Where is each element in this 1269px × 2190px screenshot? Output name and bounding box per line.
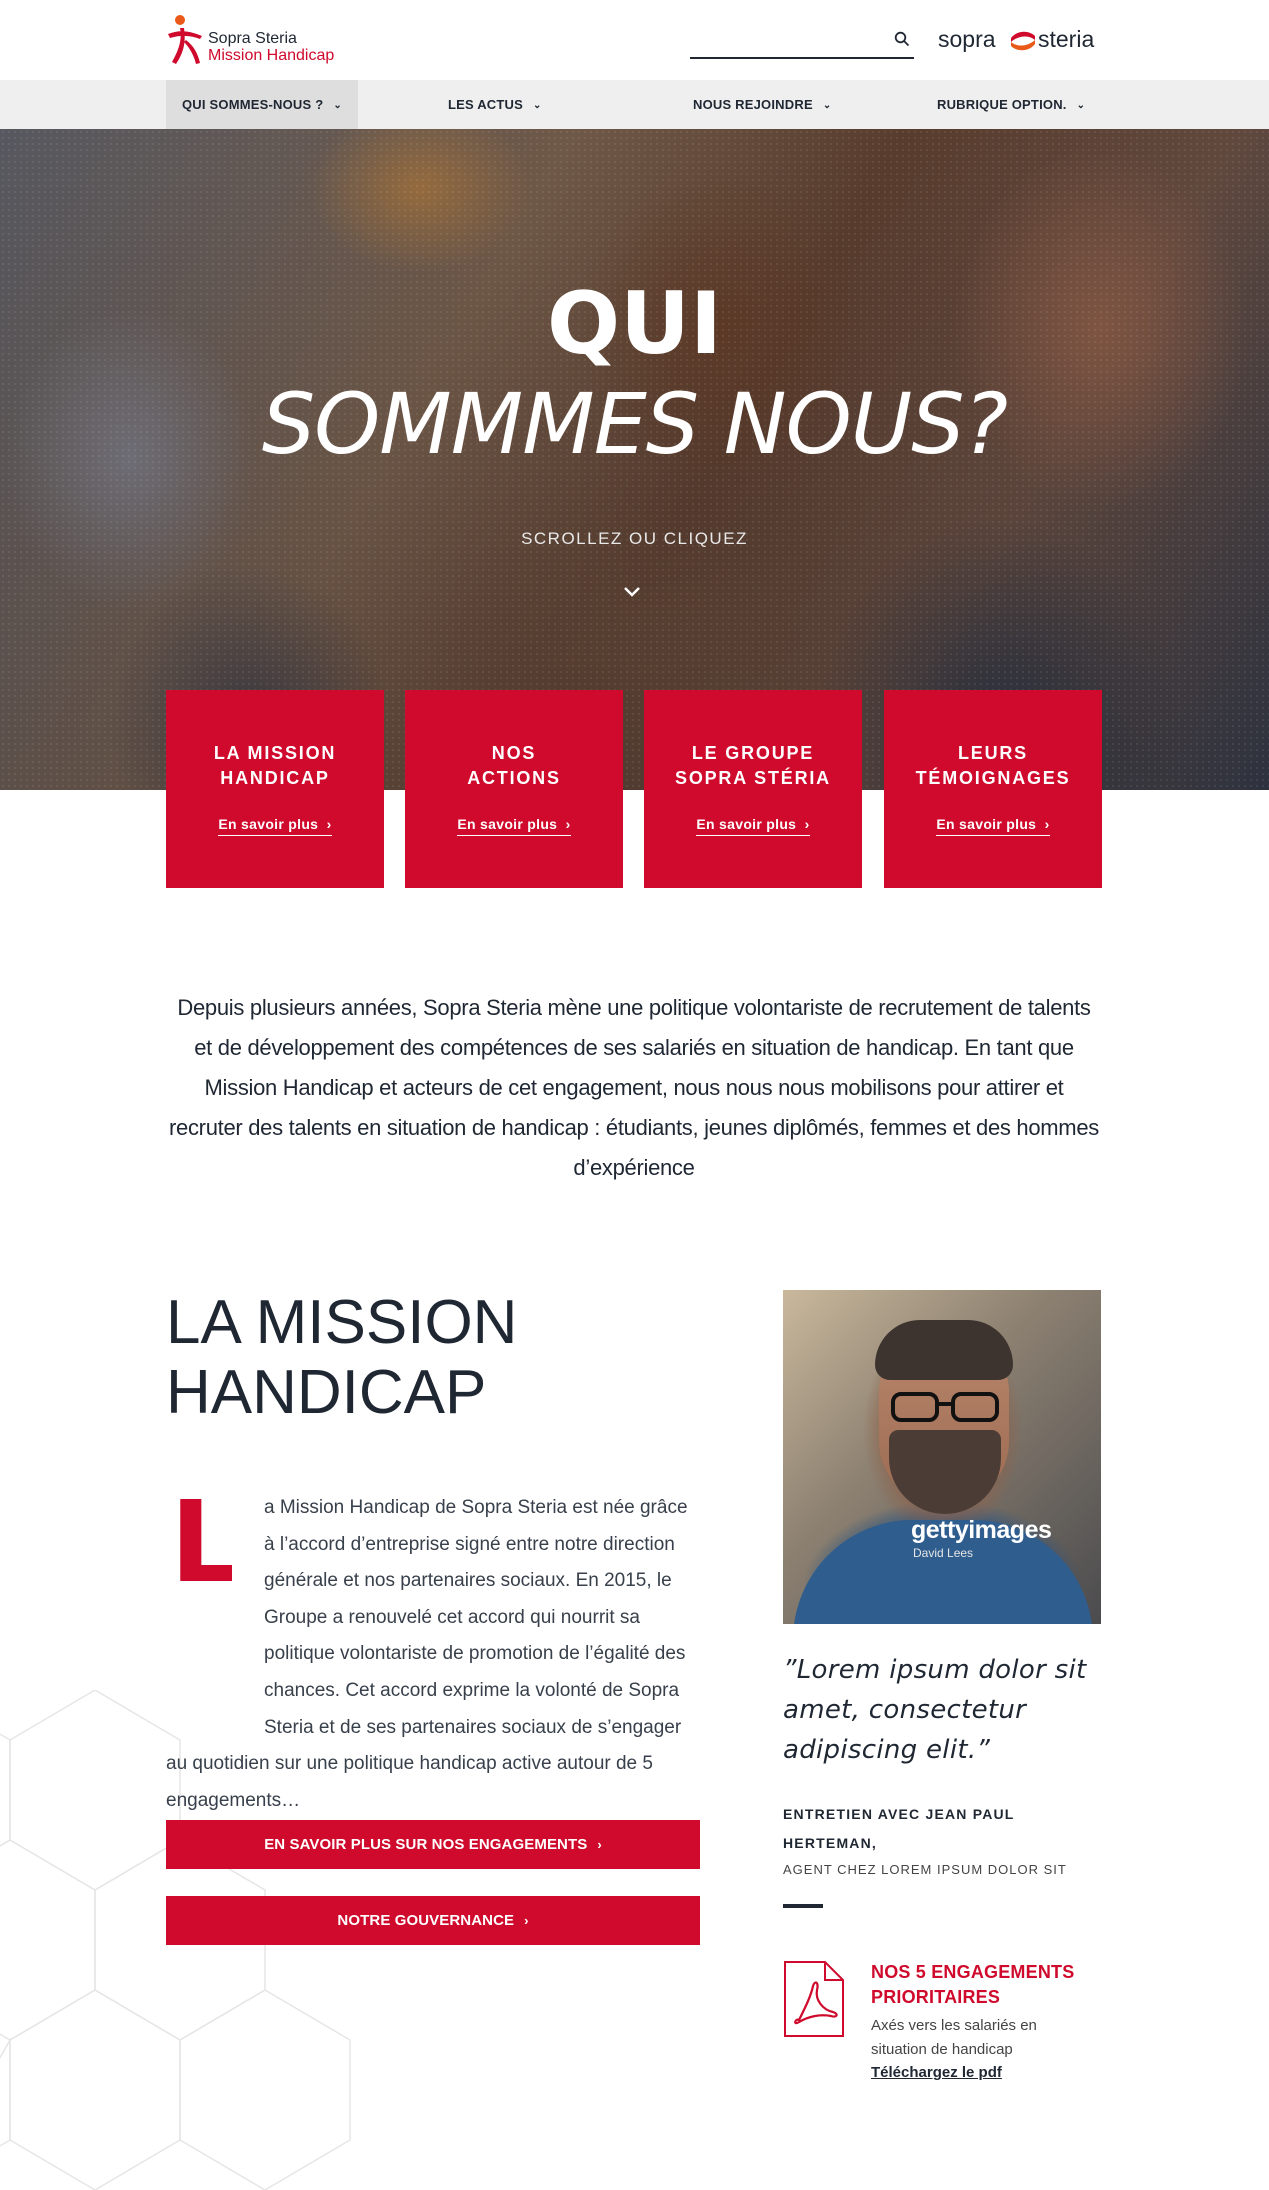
- mission-handicap-logo[interactable]: Sopra Steria Mission Handicap: [166, 14, 346, 66]
- mission-title-line1: LA MISSION: [166, 1288, 518, 1357]
- nav-item-label: RUBRIQUE OPTION.: [937, 97, 1067, 112]
- portrait-glasses: [891, 1392, 999, 1422]
- card-le-groupe-sopra-steria[interactable]: LE GROUPE SOPRA STÉRIA En savoir plus ›: [644, 690, 862, 888]
- scroll-hint: SCROLLEZ OU CLIQUEZ: [521, 529, 748, 548]
- getty-credit: David Lees: [913, 1546, 974, 1560]
- engagements-button[interactable]: EN SAVOIR PLUS SUR NOS ENGAGEMENTS ›: [166, 1820, 700, 1869]
- card-title: LE GROUPE SOPRA STÉRIA: [675, 743, 831, 788]
- site-header: Sopra Steria Mission Handicap sopra ster…: [0, 0, 1269, 80]
- nav-item-nous-rejoindre[interactable]: NOUS REJOINDRE ⌄: [693, 80, 831, 129]
- dropcap-letter: L: [170, 1497, 232, 1585]
- chevron-down-icon: ⌄: [1076, 100, 1086, 111]
- interview-portrait-image: gettyimages David Lees: [783, 1290, 1101, 1624]
- nav-item-les-actus[interactable]: LES ACTUS ⌄: [448, 80, 542, 129]
- nav-item-rubrique-option[interactable]: RUBRIQUE OPTION. ⌄: [937, 80, 1085, 129]
- brand-swoosh-icon: [1011, 31, 1035, 51]
- gouvernance-button-label: NOTRE GOUVERNANCE: [337, 1912, 515, 1929]
- pdf-file-icon[interactable]: [783, 1960, 845, 2038]
- nav-item-label: NOUS REJOINDRE: [693, 97, 813, 112]
- search-input[interactable]: [690, 28, 880, 56]
- dropcap-text: L: [170, 1497, 232, 1585]
- chevron-down-icon: ⌄: [333, 100, 342, 111]
- section-cards: LA MISSION HANDICAP En savoir plus › NOS…: [166, 690, 1102, 888]
- card-title: NOS ACTIONS: [467, 743, 561, 788]
- card-link-label: En savoir plus: [457, 816, 558, 832]
- interview-quote: ”Lorem ipsum dolor sit amet, consectetur…: [783, 1655, 1087, 1765]
- divider-bar: [783, 1904, 823, 1908]
- card-link-en-savoir-plus[interactable]: En savoir plus ›: [218, 816, 332, 836]
- intro-paragraph: Depuis plusieurs années, Sopra Steria mè…: [169, 995, 1099, 1180]
- card-link-label: En savoir plus: [218, 816, 319, 832]
- engagements-button-label: EN SAVOIR PLUS SUR NOS ENGAGEMENTS: [264, 1836, 588, 1853]
- card-leurs-temoignages[interactable]: LEURS TÉMOIGNAGES En savoir plus ›: [884, 690, 1102, 888]
- card-nos-actions[interactable]: NOS ACTIONS En savoir plus ›: [405, 690, 623, 888]
- chevron-right-icon: ›: [597, 1837, 602, 1852]
- card-link-label: En savoir plus: [696, 816, 797, 832]
- chevron-down-icon: ⌄: [533, 100, 542, 111]
- brand-text-sopra: sopra: [938, 26, 996, 52]
- mission-section-title: LA MISSION HANDICAP: [166, 1288, 517, 1428]
- card-title: LEURS TÉMOIGNAGES: [915, 743, 1071, 788]
- mission-title-line2: HANDICAP: [166, 1358, 487, 1427]
- scroll-down-chevron-icon[interactable]: [622, 585, 642, 604]
- logo-figure-icon: [168, 15, 202, 64]
- card-link-en-savoir-plus[interactable]: En savoir plus ›: [936, 816, 1050, 836]
- search-icon[interactable]: [894, 31, 910, 52]
- logo-text-line1: Sopra Steria: [208, 30, 297, 47]
- getty-watermark: gettyimages: [911, 1516, 1052, 1544]
- card-link-label: En savoir plus: [936, 816, 1037, 832]
- interview-name: ENTRETIEN AVEC JEAN PAUL HERTEMAN,: [783, 1806, 1015, 1851]
- pdf-title: NOS 5 ENGAGEMENTS PRIORITAIRES: [871, 1962, 1075, 2007]
- nav-item-qui-sommes-nous[interactable]: QUI SOMMES-NOUS ? ⌄: [166, 80, 358, 129]
- card-la-mission-handicap[interactable]: LA MISSION HANDICAP En savoir plus ›: [166, 690, 384, 888]
- portrait-hair: [875, 1320, 1013, 1380]
- card-title: LA MISSION HANDICAP: [213, 743, 337, 788]
- brand-text-steria: steria: [1038, 26, 1095, 52]
- chevron-right-icon: ›: [524, 1913, 529, 1928]
- main-navigation: QUI SOMMES-NOUS ? ⌄ LES ACTUS ⌄ NOUS REJOI…: [0, 80, 1269, 129]
- mission-paragraph: a Mission Handicap de Sopra Steria est n…: [166, 1490, 702, 1819]
- pdf-description: Axés vers les salariés en situation de h…: [871, 2017, 1037, 2058]
- hero-title-line2: SOMMMES NOUS?: [261, 375, 1008, 473]
- nav-item-label: LES ACTUS: [448, 97, 523, 112]
- gouvernance-button[interactable]: NOTRE GOUVERNANCE ›: [166, 1896, 700, 1945]
- card-link-en-savoir-plus[interactable]: En savoir plus ›: [696, 816, 810, 836]
- logo-text-line2: Mission Handicap: [208, 47, 335, 64]
- search-bar: [690, 26, 914, 59]
- nav-item-label: QUI SOMMES-NOUS ?: [182, 97, 324, 112]
- interview-role: AGENT CHEZ LOREM IPSUM DOLOR SIT: [783, 1862, 1067, 1877]
- portrait-beard: [889, 1430, 1001, 1514]
- chevron-down-icon: ⌄: [822, 100, 832, 111]
- card-link-en-savoir-plus[interactable]: En savoir plus ›: [457, 816, 571, 836]
- sopra-steria-brand-logo[interactable]: sopra steria: [938, 24, 1103, 58]
- download-pdf-link[interactable]: Téléchargez le pdf: [871, 2064, 1002, 2081]
- hero-title-line1: QUI: [547, 274, 722, 374]
